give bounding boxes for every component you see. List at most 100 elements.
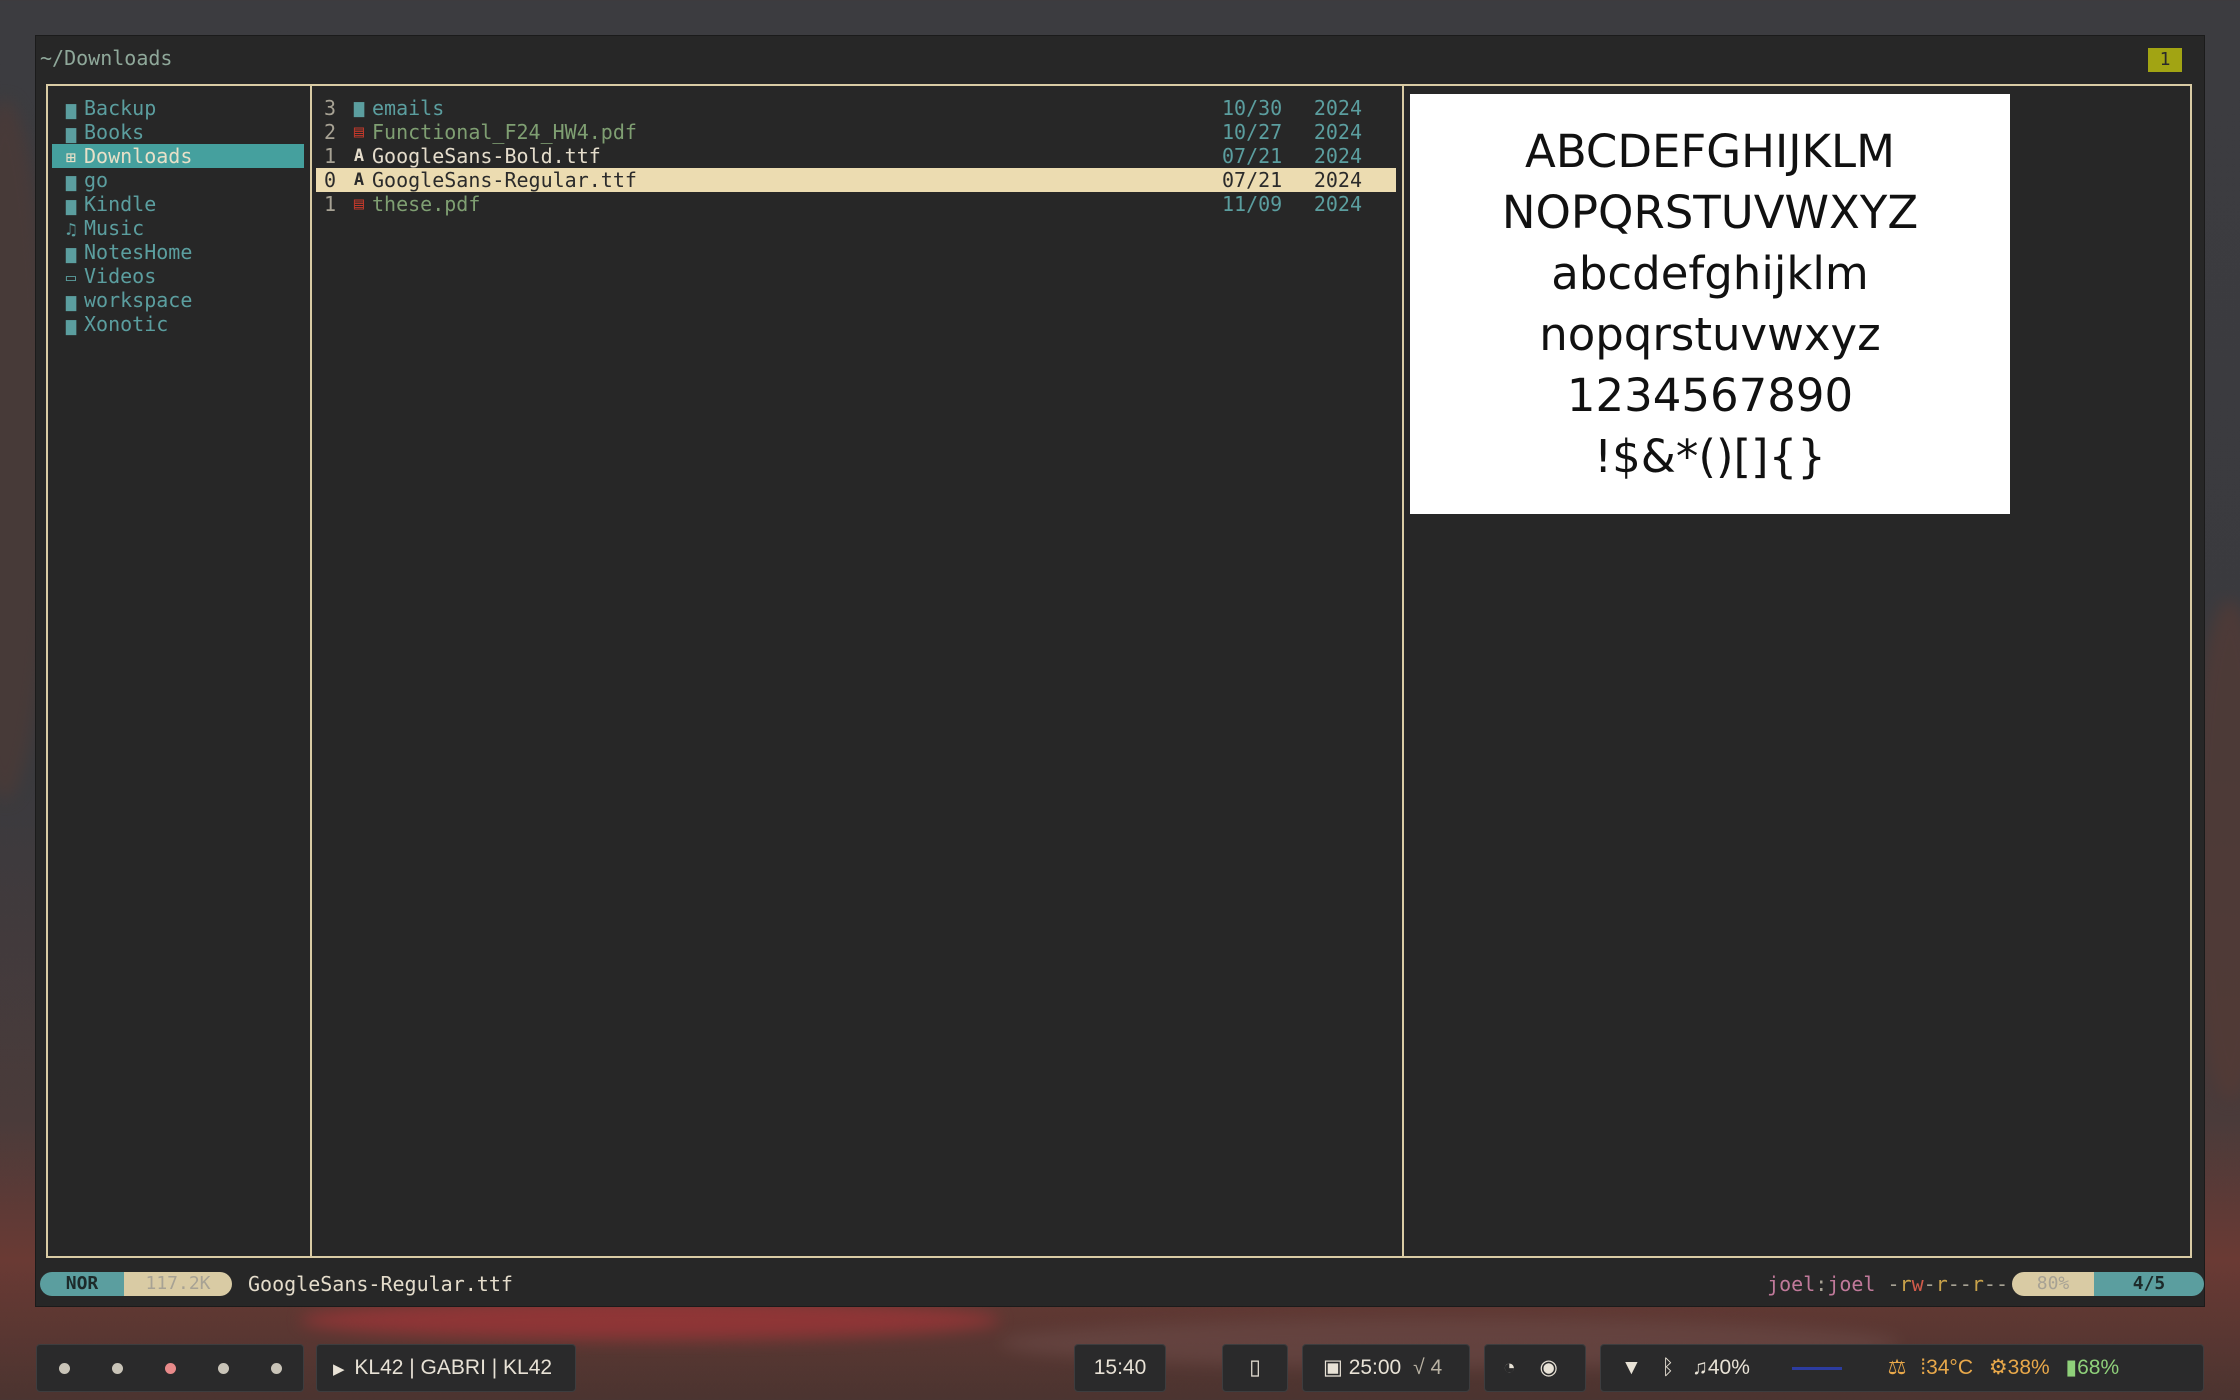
sidebar-item-label: Downloads bbox=[84, 144, 193, 168]
sidebar-item-kindle[interactable]: ▆ Kindle bbox=[52, 192, 304, 216]
sidebar-item-label: Kindle bbox=[84, 192, 157, 216]
pomodoro-timer[interactable]: ▣ 25:00 √ 4 bbox=[1302, 1344, 1470, 1392]
line-number: 3 bbox=[323, 96, 336, 120]
preview-line: NOPQRSTUVWXYZ bbox=[1501, 186, 1919, 239]
preview-line: abcdefghijklm bbox=[1551, 247, 1869, 300]
file-row[interactable]: 1 ▤ these.pdf 11/09 2024 bbox=[316, 192, 1396, 216]
file-date: 07/21 bbox=[1222, 168, 1283, 192]
file-name: emails bbox=[372, 96, 445, 120]
workspace-dot[interactable] bbox=[218, 1363, 229, 1374]
scroll-percent: 80% bbox=[2012, 1272, 2094, 1296]
permission-bits: -rw-r--r-- bbox=[1887, 1272, 2008, 1296]
sidebar-item-music[interactable]: ♫ Music bbox=[52, 216, 304, 240]
file-date: 10/30 bbox=[1222, 96, 1283, 120]
line-number: 0 bbox=[323, 168, 336, 192]
balance-icon: ⚖ bbox=[1887, 1356, 1907, 1379]
file-row-selected[interactable]: 0 A GoogleSans-Regular.ttf 07/21 2024 bbox=[316, 168, 1396, 192]
cpu-icon: ⚙ bbox=[1988, 1356, 2008, 1379]
media-player[interactable]: ▶ KL42 | GABRI | KL42 bbox=[316, 1344, 576, 1392]
file-year: 2024 bbox=[1313, 96, 1362, 120]
file-row[interactable]: 3 ▆ emails 10/30 2024 bbox=[316, 96, 1396, 120]
file-row[interactable]: 1 A GoogleSans-Bold.ttf 07/21 2024 bbox=[316, 144, 1396, 168]
file-year: 2024 bbox=[1313, 168, 1362, 192]
folder-icon: ▆ bbox=[65, 244, 77, 264]
status-filename: GoogleSans-Regular.ttf bbox=[248, 1272, 513, 1296]
preview-line: 1234567890 bbox=[1566, 369, 1854, 422]
pdf-icon: ▤ bbox=[353, 122, 365, 142]
line-number: 1 bbox=[323, 144, 336, 168]
eye-off-icon[interactable]: ◉ bbox=[1540, 1356, 1558, 1379]
sidebar-item-workspace[interactable]: ▆ workspace bbox=[52, 288, 304, 312]
line-number: 2 bbox=[323, 120, 336, 144]
headphones-icon: ♫ bbox=[65, 220, 77, 240]
notification-controls: ◔ ◉ bbox=[1484, 1344, 1586, 1392]
sidebar-item-go[interactable]: ▆ go bbox=[52, 168, 304, 192]
folder-icon: ▆ bbox=[65, 100, 77, 120]
volume-level: 40% bbox=[1707, 1356, 1750, 1379]
sidebar-item-label: Videos bbox=[84, 264, 157, 288]
file-row[interactable]: 2 ▤ Functional_F24_HW4.pdf 10/27 2024 bbox=[316, 120, 1396, 144]
play-icon[interactable]: ▶ bbox=[333, 1361, 345, 1378]
file-year: 2024 bbox=[1313, 144, 1362, 168]
wifi-icon[interactable]: ▼ bbox=[1621, 1356, 1642, 1379]
sidebar-item-backup[interactable]: ▆ Backup bbox=[52, 96, 304, 120]
screen-icon[interactable]: ▯ bbox=[1222, 1344, 1288, 1392]
sidebar-item-xonotic[interactable]: ▆ Xonotic bbox=[52, 312, 304, 336]
sidebar-item-label: Music bbox=[84, 216, 145, 240]
sidebar-item-videos[interactable]: ▭ Videos bbox=[52, 264, 304, 288]
sidebar-item-books[interactable]: ▆ Books bbox=[52, 120, 304, 144]
owner-user: joel bbox=[1767, 1272, 1816, 1296]
file-date: 07/21 bbox=[1222, 144, 1283, 168]
sidebar-item-label: Books bbox=[84, 120, 145, 144]
file-name: GoogleSans-Bold.ttf bbox=[372, 144, 601, 168]
sidebar-item-label: NotesHome bbox=[84, 240, 193, 264]
preview-line: ABCDEFGHIJKLM bbox=[1525, 125, 1895, 178]
folder-icon: ▆ bbox=[65, 292, 77, 312]
sidebar-item-downloads[interactable]: ⊞ Downloads bbox=[52, 144, 304, 168]
workspace-dot-urgent[interactable] bbox=[165, 1363, 176, 1374]
owner-group: joel bbox=[1827, 1272, 1876, 1296]
tab-indicator[interactable]: 1 bbox=[2148, 48, 2182, 72]
parent-pane: ▆ Backup ▆ Books ⊞ Downloads ▆ go ▆ Kindle ♫ Music ▆… bbox=[48, 86, 312, 1256]
clock[interactable]: 15:40 bbox=[1074, 1344, 1166, 1392]
mode-indicator: NOR bbox=[40, 1272, 124, 1296]
workspace-switcher bbox=[36, 1344, 304, 1392]
cpu-usage: 38% bbox=[2007, 1356, 2050, 1379]
font-icon: A bbox=[353, 146, 365, 166]
workspace-dot[interactable] bbox=[59, 1363, 70, 1374]
panes-frame: ▆ Backup ▆ Books ⊞ Downloads ▆ go ▆ Kindle ♫ Music ▆… bbox=[46, 84, 2192, 1258]
owner-permissions: joel:joel -rw-r--r-- bbox=[1767, 1270, 2008, 1298]
status-line: NOR 117.2K GoogleSans-Regular.ttf joel:j… bbox=[40, 1270, 2204, 1296]
file-name: these.pdf bbox=[372, 192, 481, 216]
system-tray: ▼ ᛒ ♫40% ⚖ ⁞34°C ⚙38% ▮68% bbox=[1600, 1344, 2204, 1392]
workspace-dot[interactable] bbox=[112, 1363, 123, 1374]
owner-separator: : bbox=[1815, 1272, 1828, 1296]
volume-bar bbox=[1791, 1366, 1842, 1370]
current-pane: 3 ▆ emails 10/30 2024 2 ▤ Functional_F24_HW4.pd… bbox=[312, 86, 1402, 1256]
folder-icon: ▆ bbox=[65, 196, 77, 216]
file-date: 10/27 bbox=[1222, 120, 1283, 144]
briefcase-icon: ▣ bbox=[1323, 1356, 1343, 1379]
folder-icon: ▆ bbox=[353, 98, 365, 118]
current-path: ~/Downloads bbox=[40, 46, 173, 70]
temperature: 34°C bbox=[1926, 1356, 1973, 1379]
workspace-dot[interactable] bbox=[271, 1363, 282, 1374]
folder-icon: ▆ bbox=[65, 316, 77, 336]
timer-count: √ 4 bbox=[1413, 1356, 1443, 1379]
preview-line: !$&*()[]{} bbox=[1594, 430, 1826, 483]
download-folder-icon: ⊞ bbox=[65, 148, 77, 168]
sidebar-item-noteshome[interactable]: ▆ NotesHome bbox=[52, 240, 304, 264]
file-date: 11/09 bbox=[1222, 192, 1283, 216]
preview-line: nopqrstuvwxyz bbox=[1539, 308, 1881, 361]
sidebar-item-label: go bbox=[84, 168, 109, 192]
battery-icon: ▮ bbox=[2065, 1356, 2078, 1379]
file-year: 2024 bbox=[1313, 192, 1362, 216]
bell-icon[interactable]: ◔ bbox=[1503, 1356, 1516, 1379]
headphones-icon[interactable]: ♫ bbox=[1692, 1356, 1708, 1379]
font-preview: ABCDEFGHIJKLM NOPQRSTUVWXYZ abcdefghijklm n… bbox=[1410, 94, 2010, 514]
bluetooth-icon[interactable]: ᛒ bbox=[1662, 1356, 1675, 1379]
file-name: Functional_F24_HW4.pdf bbox=[372, 120, 637, 144]
file-size: 117.2K bbox=[124, 1272, 232, 1296]
file-year: 2024 bbox=[1313, 120, 1362, 144]
media-title: KL42 | GABRI | KL42 bbox=[354, 1356, 553, 1379]
